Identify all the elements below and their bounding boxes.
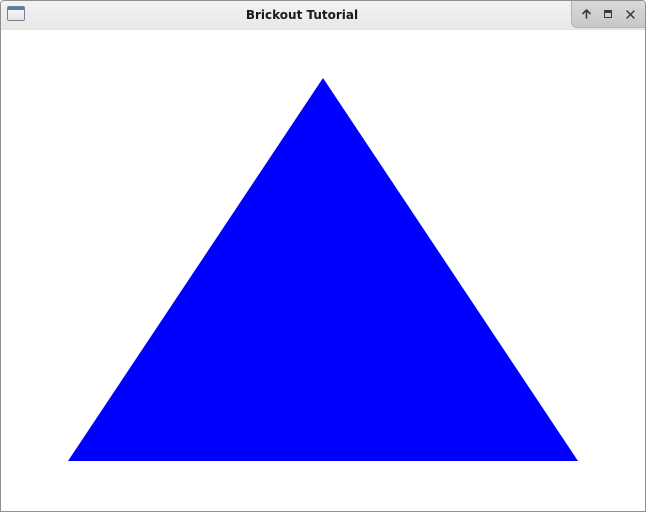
app-window: Brickout Tutorial	[0, 0, 646, 512]
title-bar[interactable]: Brickout Tutorial	[1, 1, 645, 30]
canvas-drawing	[68, 78, 578, 461]
arrow-up-icon[interactable]	[580, 8, 593, 21]
window-controls	[571, 1, 645, 28]
close-icon[interactable]	[624, 8, 637, 21]
window-title: Brickout Tutorial	[245, 8, 359, 22]
blue-triangle	[68, 78, 578, 461]
game-canvas[interactable]	[1, 30, 645, 511]
maximize-icon[interactable]	[602, 8, 615, 21]
